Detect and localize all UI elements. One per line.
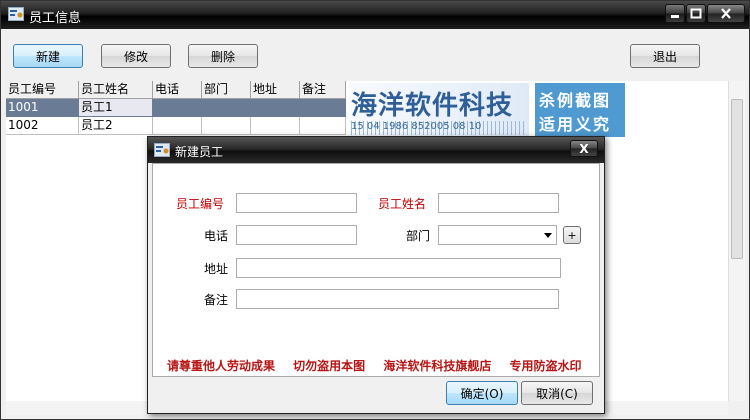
maximize-icon: [690, 8, 702, 19]
cell-dept[interactable]: [202, 117, 251, 135]
edit-button[interactable]: 修改: [101, 44, 171, 68]
address-input[interactable]: [236, 258, 561, 278]
phone-input[interactable]: [236, 225, 357, 245]
banner-right-line1: 杀例截图: [539, 91, 612, 110]
new-employee-dialog: 新建员工 X 员工编号 员工姓名 电话 部门 + 地址 备注 请尊重他人劳动成果: [147, 136, 605, 414]
minimize-icon: [671, 15, 679, 18]
emp-name-label: 员工姓名: [378, 197, 427, 211]
cell-address[interactable]: [251, 99, 300, 117]
phone-label: 电话: [204, 229, 229, 243]
column-header-dept[interactable]: 部门: [202, 81, 251, 99]
column-header-remark[interactable]: 备注: [300, 81, 346, 99]
column-header-emp-id[interactable]: 员工编号: [6, 81, 79, 99]
chevron-down-icon: [544, 233, 552, 238]
close-icon: X: [579, 141, 589, 156]
dept-select[interactable]: [438, 225, 557, 245]
column-header-phone[interactable]: 电话: [153, 81, 202, 99]
new-button[interactable]: 新建: [13, 44, 83, 68]
app-icon: [8, 7, 24, 21]
grid-header-row: 员工编号 员工姓名 电话 部门 地址 备注: [6, 81, 346, 99]
minimize-button[interactable]: [665, 4, 685, 23]
cell-remark[interactable]: [300, 99, 346, 117]
dialog-titlebar[interactable]: 新建员工 X: [148, 137, 604, 163]
toolbar: 新建 修改 删除 退出: [1, 29, 749, 79]
ok-button[interactable]: 确定(O): [446, 381, 518, 405]
window-title: 员工信息: [29, 11, 82, 26]
close-button[interactable]: [707, 4, 745, 23]
cell-emp-name[interactable]: 员工2: [79, 117, 153, 135]
cell-emp-name[interactable]: 员工1: [79, 99, 153, 117]
emp-id-input[interactable]: [236, 193, 357, 213]
banner-barcode-numbers: 15 04 1986 852005 08 10: [351, 121, 527, 135]
cell-address[interactable]: [251, 117, 300, 135]
watermark-text: 请尊重他人劳动成果 切勿盗用本图 海洋软件科技旗舰店 专用防盗水印: [167, 359, 582, 373]
main-window: 员工信息 新建 修改 删除 退出 员工编号 员工姓名 电话 部门 地址 备注 1…: [0, 0, 750, 420]
scrollbar-thumb[interactable]: [731, 99, 743, 259]
cell-emp-id[interactable]: 1001: [6, 99, 79, 117]
dialog-app-icon: [154, 143, 170, 157]
dept-label: 部门: [406, 229, 431, 243]
cell-dept[interactable]: [202, 99, 251, 117]
exit-button[interactable]: 退出: [630, 44, 700, 68]
emp-id-label: 员工编号: [176, 197, 225, 211]
banner-title: 海洋软件科技: [351, 91, 514, 121]
close-icon: [721, 8, 731, 19]
table-row[interactable]: 1002 员工2: [6, 117, 346, 135]
column-header-emp-name[interactable]: 员工姓名: [79, 81, 153, 99]
maximize-button[interactable]: [686, 4, 706, 23]
column-header-address[interactable]: 地址: [251, 81, 300, 99]
main-titlebar[interactable]: 员工信息: [1, 1, 749, 29]
remark-input[interactable]: [236, 289, 559, 309]
dialog-body: 员工编号 员工姓名 电话 部门 + 地址 备注 请尊重他人劳动成果 切勿盗用本图…: [152, 163, 600, 377]
address-label: 地址: [204, 262, 229, 276]
banner-right-line2: 适用义究: [539, 115, 612, 134]
employee-grid: 员工编号 员工姓名 电话 部门 地址 备注 1001 员工1 1002 员工2: [6, 81, 346, 136]
add-dept-button[interactable]: +: [563, 226, 581, 244]
cell-phone[interactable]: [153, 99, 202, 117]
banner-left: 海洋软件科技 15 04 1986 852005 08 10: [349, 83, 529, 137]
banner-right: 杀例截图 适用义究: [535, 83, 625, 137]
cancel-button[interactable]: 取消(C): [521, 381, 593, 405]
cell-phone[interactable]: [153, 117, 202, 135]
dialog-footer: 确定(O) 取消(C): [148, 377, 604, 413]
dialog-title: 新建员工: [175, 145, 224, 159]
vertical-scrollbar[interactable]: [728, 81, 745, 401]
remark-label: 备注: [204, 293, 229, 307]
cell-remark[interactable]: [300, 117, 346, 135]
dialog-close-button[interactable]: X: [570, 140, 598, 157]
plus-icon: +: [567, 228, 577, 242]
emp-name-input[interactable]: [438, 193, 559, 213]
cell-emp-id[interactable]: 1002: [6, 117, 79, 135]
delete-button[interactable]: 删除: [188, 44, 258, 68]
watermark-banner: 海洋软件科技 15 04 1986 852005 08 10 杀例截图 适用义究: [349, 83, 625, 137]
table-row[interactable]: 1001 员工1: [6, 99, 346, 117]
